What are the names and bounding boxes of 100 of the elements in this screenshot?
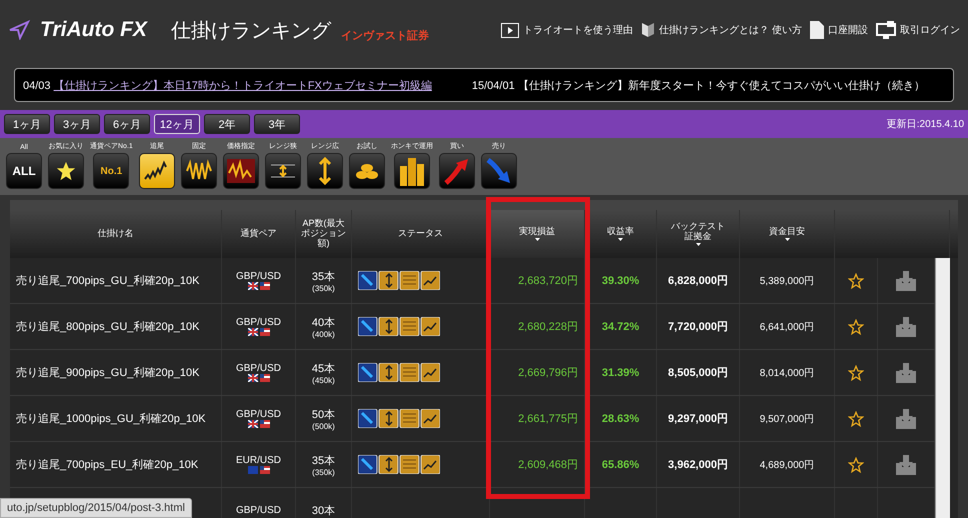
star-icon[interactable] xyxy=(848,364,864,380)
backtest-margin: 6,828,000円 xyxy=(668,274,728,288)
backtest-margin: 9,297,000円 xyxy=(668,412,728,426)
icon-label: ALL xyxy=(12,164,36,178)
nav-link[interactable]: 仕掛けランキングとは？ 使い方 xyxy=(641,22,802,38)
nav-link[interactable]: トライオートを使う理由 xyxy=(501,22,634,38)
page-title: 仕掛けランキング xyxy=(170,18,331,44)
funds-guide: 4,689,000円 xyxy=(760,458,814,472)
sort-caret-icon[interactable] xyxy=(696,243,700,246)
column-header[interactable]: 通貨ペア xyxy=(240,229,276,239)
ap-count: 50本 xyxy=(312,408,336,422)
filter-button[interactable]: ALL xyxy=(6,153,42,189)
sort-caret-icon[interactable] xyxy=(784,238,790,242)
film-icon xyxy=(501,22,520,38)
realized-profit: 2,683,720円 xyxy=(518,274,578,288)
star-icon[interactable] xyxy=(848,272,864,288)
flags-icon xyxy=(248,282,270,290)
filter-button[interactable] xyxy=(48,153,84,189)
column-header[interactable]: 実現損益 xyxy=(519,226,555,236)
realized-profit: 2,680,228円 xyxy=(518,320,578,334)
filter-button[interactable] xyxy=(306,153,343,189)
coin-stacks-icon xyxy=(398,156,426,186)
period-tab[interactable]: 3ヶ月 xyxy=(54,114,100,134)
column-header[interactable]: AP数(最大ポジション額) xyxy=(298,219,348,249)
period-tab[interactable]: 2年 xyxy=(204,114,250,134)
news-item: 15/04/01 【仕掛けランキング】新年度スタート！今すぐ使えてコスパがいい仕掛け（続き） xyxy=(472,78,925,92)
beginner-mark-icon xyxy=(641,22,656,38)
column-header[interactable]: ステータス xyxy=(398,229,443,239)
strategy-name[interactable]: 売り追尾_1000pips_GU_利確20p_10K xyxy=(16,411,206,426)
ap-count: 45本 xyxy=(312,362,336,376)
flags-icon xyxy=(248,420,270,428)
filter-button[interactable] xyxy=(180,153,217,189)
period-tab[interactable]: 3年 xyxy=(254,114,300,134)
filter-button[interactable] xyxy=(394,153,430,189)
up-arrow-icon xyxy=(442,157,471,185)
star-icon[interactable] xyxy=(848,410,864,426)
filter-button[interactable] xyxy=(222,153,259,189)
currency-pair: GBP/USD xyxy=(236,317,281,328)
nav-link[interactable]: 口座開設 xyxy=(810,21,868,39)
currency-pair: GBP/USD xyxy=(236,409,281,420)
period-tab[interactable]: 12ヶ月 xyxy=(154,114,200,134)
download-icon[interactable] xyxy=(894,454,918,474)
sort-caret-icon[interactable] xyxy=(618,238,623,242)
nav-link[interactable]: 取引ログイン xyxy=(876,21,960,39)
down-arrow-icon xyxy=(484,157,513,185)
column-header[interactable]: バックテスト証拠金 xyxy=(670,222,726,242)
currency-pair: GBP/USD xyxy=(236,363,281,374)
period-tab[interactable]: 1ヶ月 xyxy=(4,114,50,134)
realized-profit: 2,609,468円 xyxy=(518,458,578,472)
ap-count: 40本 xyxy=(312,316,336,330)
currency-pair: GBP/USD xyxy=(236,271,281,282)
news-item[interactable]: 04/03 【仕掛けランキング】本日17時から！トライオートFXウェブセミナー初級編 xyxy=(23,78,432,92)
star-icon[interactable] xyxy=(848,456,864,472)
funds-guide: 8,014,000円 xyxy=(760,366,814,380)
flags-icon xyxy=(248,374,270,382)
backtest-margin: 8,505,000円 xyxy=(668,366,728,380)
logo-text: TriAuto FX xyxy=(40,18,147,42)
sort-caret-icon[interactable] xyxy=(534,238,540,242)
filter-button[interactable] xyxy=(348,153,385,189)
funds-guide: 6,641,000円 xyxy=(760,320,814,334)
return-rate: 31.39% xyxy=(602,366,640,378)
currency-pair: EUR/USD xyxy=(236,455,281,466)
company-name: インヴァスト証券 xyxy=(340,28,429,42)
return-rate: 65.86% xyxy=(602,458,640,470)
download-icon[interactable] xyxy=(894,362,918,382)
currency-pair: GBP/USD xyxy=(236,505,281,516)
max-position: (500k) xyxy=(312,422,335,430)
return-rate: 39.30% xyxy=(602,274,640,286)
download-icon[interactable] xyxy=(894,316,918,336)
logo-icon xyxy=(8,20,30,40)
period-tab[interactable]: 6ヶ月 xyxy=(104,114,150,134)
zigzag-line-icon xyxy=(226,159,255,183)
download-icon[interactable] xyxy=(894,408,918,428)
backtest-margin: 3,962,000円 xyxy=(668,458,728,472)
return-rate: 28.63% xyxy=(602,412,640,424)
strategy-name[interactable]: 売り追尾_800pips_GU_利確20p_10K xyxy=(16,319,200,334)
ap-count: 35本 xyxy=(312,454,336,468)
scrollbar[interactable] xyxy=(935,258,950,518)
column-header[interactable]: 資金目安 xyxy=(769,226,805,236)
strategy-name[interactable]: 売り追尾_700pips_GU_利確20p_10K xyxy=(16,273,200,288)
max-position: (350k) xyxy=(312,468,335,476)
max-position: (350k) xyxy=(312,284,335,292)
document-icon xyxy=(810,21,824,39)
filter-button[interactable] xyxy=(264,153,301,189)
column-header[interactable]: 収益率 xyxy=(607,226,634,236)
return-rate: 34.72% xyxy=(602,320,640,332)
max-position: (400k) xyxy=(312,330,335,338)
status-url: uto.jp/setupblog/2015/04/post-3.html xyxy=(0,498,192,518)
column-header[interactable]: 仕掛け名 xyxy=(98,229,134,239)
realized-profit: 2,661,775円 xyxy=(518,412,578,426)
backtest-margin: 7,720,000円 xyxy=(668,320,728,334)
strategy-name[interactable]: 売り追尾_900pips_GU_利確20p_10K xyxy=(16,365,200,380)
funds-guide: 5,389,000円 xyxy=(760,274,814,288)
computer-lock-icon xyxy=(876,21,896,39)
filter-button[interactable]: No.1 xyxy=(93,153,130,189)
download-icon[interactable] xyxy=(894,270,918,290)
filter-button[interactable] xyxy=(138,153,175,189)
star-icon[interactable] xyxy=(848,318,864,334)
strategy-name[interactable]: 売り追尾_700pips_EU_利確20p_10K xyxy=(16,457,198,472)
funds-guide: 9,507,000円 xyxy=(760,412,814,426)
